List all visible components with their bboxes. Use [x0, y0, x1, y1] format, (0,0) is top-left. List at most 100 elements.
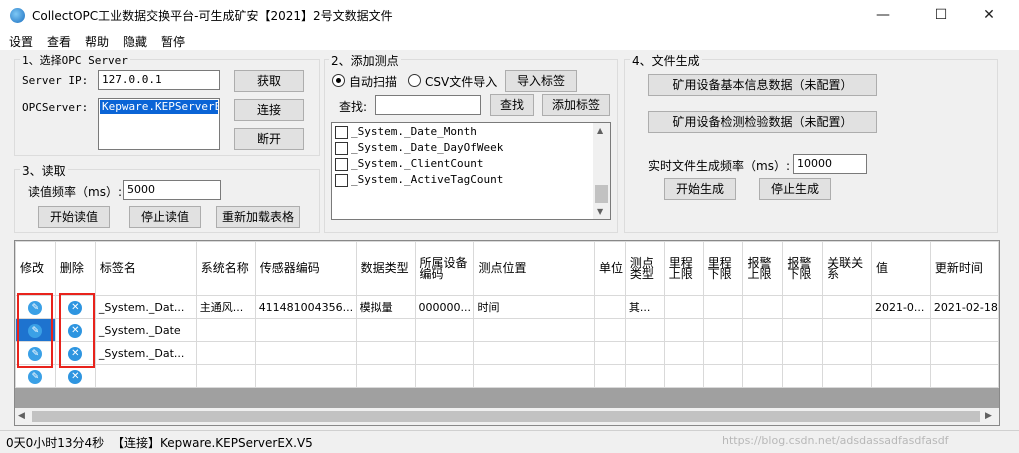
table-cell[interactable] — [702, 364, 744, 388]
menu-pause[interactable]: 暂停 — [161, 33, 185, 50]
table-cell[interactable] — [594, 295, 626, 319]
maximize-button[interactable]: ☐ — [926, 4, 956, 26]
import-tags-button[interactable]: 导入标签 — [505, 70, 577, 92]
tag-list[interactable]: _System._Date_Month _System._Date_DayOfW… — [331, 122, 611, 220]
table-cell[interactable] — [355, 341, 416, 365]
table-cell[interactable] — [94, 364, 197, 388]
table-cell[interactable] — [594, 364, 626, 388]
reload-table-button[interactable]: 重新加载表格 — [216, 206, 300, 228]
table-cell[interactable]: 000000... — [414, 295, 475, 319]
column-header[interactable]: 报警上限 — [742, 241, 784, 296]
column-header[interactable]: 所属设备编码 — [414, 241, 475, 296]
table-cell[interactable]: 2021-02-18 — [929, 295, 999, 319]
table-cell[interactable] — [782, 364, 824, 388]
table-cell[interactable] — [663, 364, 704, 388]
close-button[interactable]: ✕ — [974, 4, 1004, 26]
table-cell[interactable] — [822, 295, 872, 319]
get-button[interactable]: 获取 — [234, 70, 304, 92]
table-cell[interactable] — [195, 318, 256, 342]
table-cell[interactable] — [782, 341, 824, 365]
table-cell[interactable] — [473, 318, 595, 342]
table-cell[interactable] — [414, 341, 475, 365]
column-header[interactable]: 里程上限 — [663, 241, 704, 296]
connect-button[interactable]: 连接 — [234, 99, 304, 121]
search-button[interactable]: 查找 — [490, 94, 534, 116]
table-cell[interactable] — [742, 318, 784, 342]
table-cell[interactable] — [663, 295, 704, 319]
table-cell[interactable] — [822, 318, 872, 342]
table-cell[interactable] — [702, 295, 744, 319]
data-grid[interactable]: 修改 删除 标签名 系统名称 传感器编码 数据类型 所属设备编码 测点位置 单位… — [14, 240, 1000, 426]
table-cell[interactable] — [822, 364, 872, 388]
table-cell[interactable] — [254, 318, 357, 342]
scroll-down-icon[interactable]: ▼ — [597, 207, 603, 216]
table-cell[interactable] — [663, 318, 704, 342]
basic-info-button[interactable]: 矿用设备基本信息数据（未配置） — [648, 74, 877, 96]
table-row[interactable]: ✎ ✕ — [15, 364, 999, 388]
table-cell[interactable] — [624, 341, 665, 365]
menu-help[interactable]: 帮助 — [85, 33, 109, 50]
csv-import-radio[interactable] — [408, 74, 421, 87]
table-cell[interactable] — [195, 341, 256, 365]
tag-checkbox[interactable] — [335, 126, 348, 139]
table-cell[interactable] — [822, 341, 872, 365]
column-header[interactable]: 测点位置 — [473, 241, 595, 296]
table-cell[interactable]: 2021-0... — [870, 295, 931, 319]
table-cell[interactable] — [624, 318, 665, 342]
table-cell[interactable] — [929, 341, 999, 365]
search-input[interactable] — [375, 95, 481, 115]
read-freq-input[interactable]: 5000 — [123, 180, 221, 200]
table-row[interactable]: ✎ ✕ _System._Dat... — [15, 341, 999, 365]
table-cell[interactable] — [702, 341, 744, 365]
tag-list-scrollbar[interactable]: ▲ ▼ — [593, 123, 610, 219]
table-cell[interactable] — [473, 341, 595, 365]
column-header[interactable]: 值 — [870, 241, 931, 296]
hscroll-thumb[interactable] — [32, 411, 980, 422]
table-cell[interactable] — [195, 364, 256, 388]
table-cell[interactable] — [663, 341, 704, 365]
table-cell[interactable]: 其... — [624, 295, 665, 319]
table-cell[interactable]: _System._Dat... — [94, 341, 197, 365]
disconnect-button[interactable]: 断开 — [234, 128, 304, 150]
table-cell[interactable] — [929, 318, 999, 342]
column-header[interactable]: 传感器编码 — [254, 241, 357, 296]
auto-scan-radio[interactable] — [332, 74, 345, 87]
table-cell[interactable] — [355, 364, 416, 388]
table-cell[interactable] — [624, 364, 665, 388]
add-tags-button[interactable]: 添加标签 — [542, 94, 610, 116]
table-cell[interactable]: 时间 — [473, 295, 595, 319]
start-generate-button[interactable]: 开始生成 — [664, 178, 736, 200]
table-cell[interactable] — [254, 341, 357, 365]
menu-view[interactable]: 查看 — [47, 33, 71, 50]
table-cell[interactable] — [702, 318, 744, 342]
tag-checkbox[interactable] — [335, 158, 348, 171]
server-ip-input[interactable]: 127.0.0.1 — [98, 70, 220, 90]
inspection-data-button[interactable]: 矿用设备检测检验数据（未配置） — [648, 111, 877, 133]
tag-checkbox[interactable] — [335, 142, 348, 155]
table-cell[interactable]: 411481004356... — [254, 295, 357, 319]
table-cell[interactable] — [782, 295, 824, 319]
stop-read-button[interactable]: 停止读值 — [129, 206, 201, 228]
stop-generate-button[interactable]: 停止生成 — [759, 178, 831, 200]
table-cell[interactable] — [414, 318, 475, 342]
table-cell[interactable] — [929, 364, 999, 388]
menu-hide[interactable]: 隐藏 — [123, 33, 147, 50]
table-cell[interactable] — [782, 318, 824, 342]
column-header[interactable]: 数据类型 — [355, 241, 416, 296]
table-cell[interactable] — [414, 364, 475, 388]
scroll-up-icon[interactable]: ▲ — [597, 126, 603, 135]
table-row[interactable]: ✎ ✕ _System._Date — [15, 318, 999, 342]
opcserver-list[interactable]: Kepware.KEPServerEX — [98, 98, 220, 150]
scroll-right-icon[interactable]: ▶ — [985, 411, 992, 421]
table-cell[interactable] — [594, 341, 626, 365]
table-cell[interactable] — [870, 364, 931, 388]
delete-icon[interactable]: ✕ — [68, 369, 83, 384]
table-cell[interactable] — [870, 341, 931, 365]
table-cell[interactable] — [473, 364, 595, 388]
table-cell[interactable] — [742, 295, 784, 319]
column-header[interactable]: 关联关系 — [822, 241, 872, 296]
table-cell[interactable] — [254, 364, 357, 388]
tag-checkbox[interactable] — [335, 174, 348, 187]
column-header[interactable]: 修改 — [15, 241, 56, 296]
start-read-button[interactable]: 开始读值 — [38, 206, 110, 228]
